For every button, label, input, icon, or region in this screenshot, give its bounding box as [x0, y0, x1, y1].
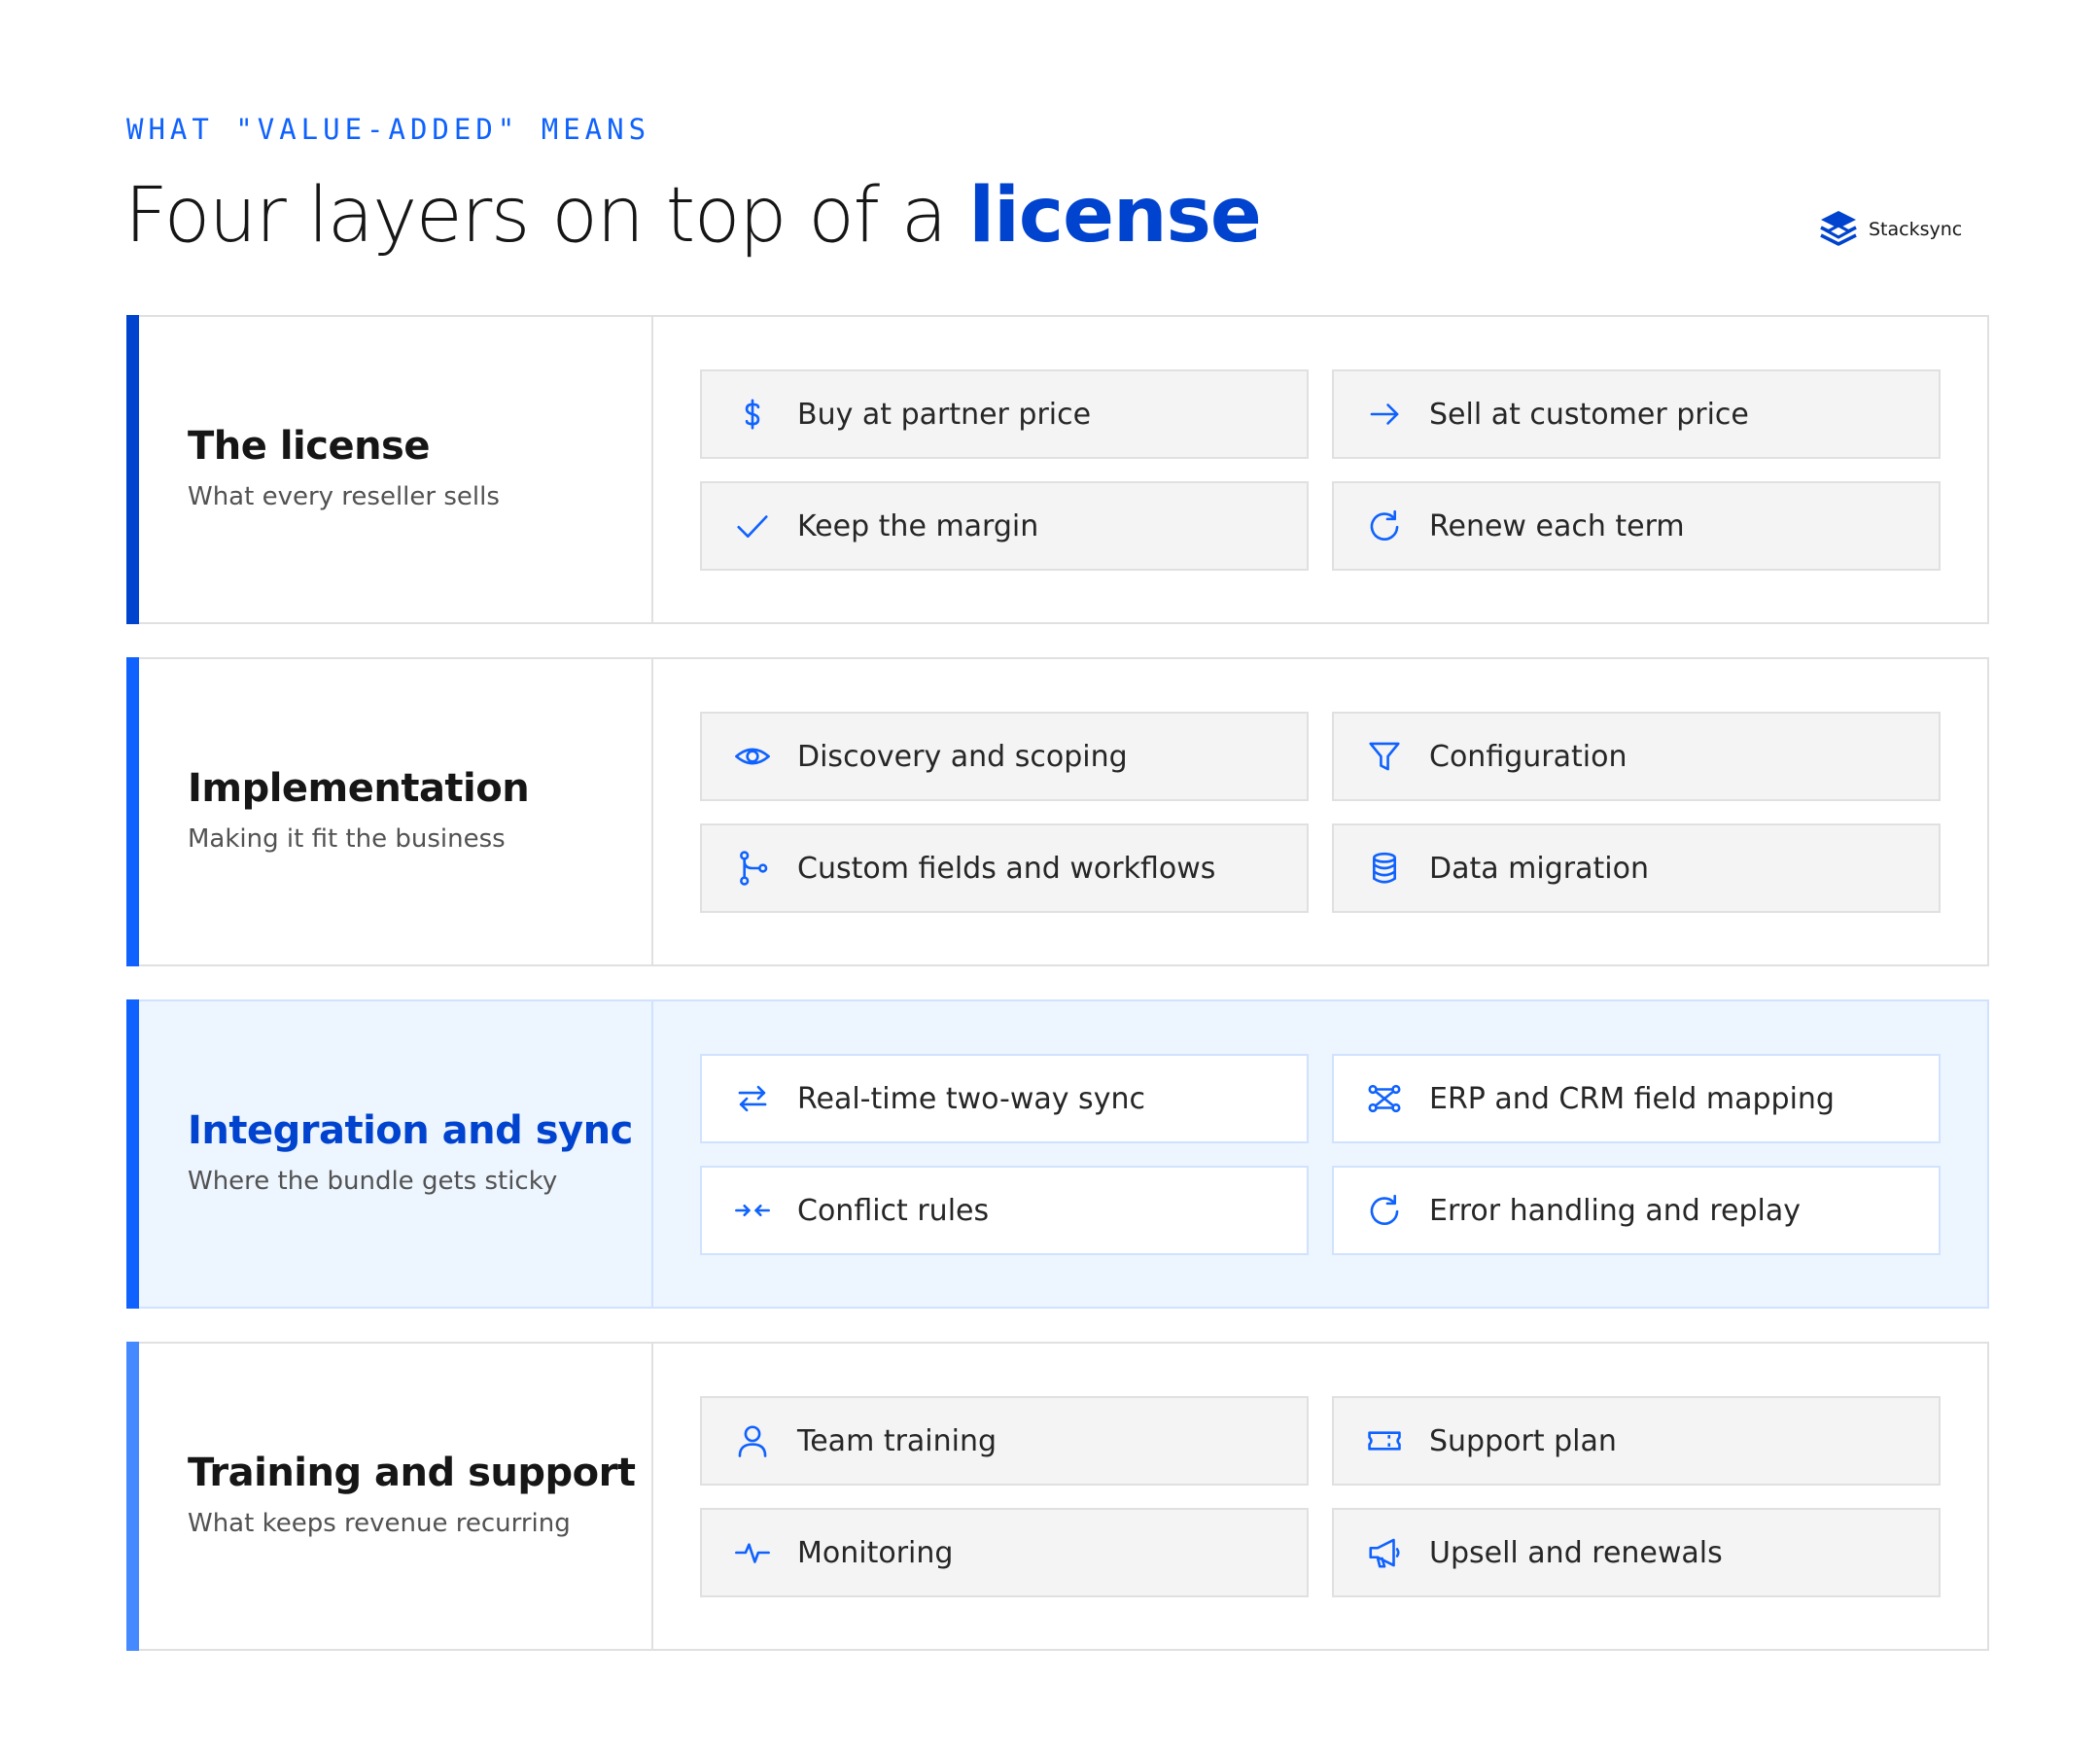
eyebrow-label: WHAT "VALUE-ADDED" MEANS: [126, 113, 651, 146]
user-icon: [733, 1421, 772, 1460]
item-tile: Discovery and scoping: [700, 712, 1309, 801]
item-label: Data migration: [1429, 851, 1649, 886]
stacksync-logo-icon: [1820, 211, 1857, 246]
layer-label-panel: Implementation Making it fit the busines…: [139, 659, 653, 964]
layer-implementation: Implementation Making it fit the busines…: [126, 657, 1989, 966]
item-label: Renew each term: [1429, 508, 1685, 543]
arrows-inward-icon: [733, 1191, 772, 1230]
ticket-icon: [1365, 1421, 1404, 1460]
page-title: Four layers on top of a license: [124, 171, 1262, 261]
layer-accent-bar: [126, 1342, 139, 1651]
activity-icon: [733, 1533, 772, 1572]
item-tile: Sell at customer price: [1332, 369, 1941, 459]
filter-icon: [1365, 737, 1404, 776]
item-tile: Buy at partner price: [700, 369, 1309, 459]
logo-text: Stacksync: [1869, 219, 1963, 240]
checkmark-icon: [733, 507, 772, 545]
item-label: ERP and CRM field mapping: [1429, 1081, 1835, 1116]
layer-title: The license: [188, 424, 431, 469]
arrows-horizontal-icon: [733, 1079, 772, 1118]
item-tile: Monitoring: [700, 1508, 1309, 1597]
eye-icon: [733, 737, 772, 776]
layer-integration-and-sync: Integration and sync Where the bundle ge…: [126, 999, 1989, 1309]
item-label: Custom fields and workflows: [797, 851, 1216, 886]
item-tile: Real-time two-way sync: [700, 1054, 1309, 1143]
renew-icon: [1365, 1191, 1404, 1230]
layer-subtitle: Where the bundle gets sticky: [188, 1167, 558, 1196]
item-label: Buy at partner price: [797, 397, 1092, 432]
renew-icon: [1365, 507, 1404, 545]
item-tile: Custom fields and workflows: [700, 823, 1309, 913]
megaphone-icon: [1365, 1533, 1404, 1572]
dollar-icon: [733, 395, 772, 434]
item-label: Conflict rules: [797, 1193, 990, 1228]
arrow-right-icon: [1365, 395, 1404, 434]
item-label: Configuration: [1429, 739, 1628, 774]
title-prefix: Four layers on top of a: [124, 172, 969, 260]
layer-accent-bar: [126, 657, 139, 966]
title-accent: license: [968, 172, 1261, 260]
stacksync-logo: Stacksync: [1818, 208, 1962, 251]
item-label: Upsell and renewals: [1429, 1535, 1723, 1570]
layer-the-license: The license What every reseller sells Bu…: [126, 315, 1989, 624]
item-tile: Upsell and renewals: [1332, 1508, 1941, 1597]
item-tile: Support plan: [1332, 1396, 1941, 1486]
data-connected-icon: [1365, 1079, 1404, 1118]
item-label: Keep the margin: [797, 508, 1039, 543]
layer-label-panel: Training and support What keeps revenue …: [139, 1344, 653, 1649]
item-tile: Configuration: [1332, 712, 1941, 801]
layer-subtitle: Making it fit the business: [188, 824, 506, 854]
layer-title: Integration and sync: [188, 1108, 633, 1153]
layer-label-panel: Integration and sync Where the bundle ge…: [139, 1001, 653, 1307]
item-tile: Team training: [700, 1396, 1309, 1486]
branch-icon: [733, 849, 772, 888]
item-tile: Conflict rules: [700, 1166, 1309, 1255]
item-label: Real-time two-way sync: [797, 1081, 1145, 1116]
item-tile: Renew each term: [1332, 481, 1941, 571]
item-label: Sell at customer price: [1429, 397, 1749, 432]
item-tile: Keep the margin: [700, 481, 1309, 571]
item-label: Error handling and replay: [1429, 1193, 1802, 1228]
item-tile: ERP and CRM field mapping: [1332, 1054, 1941, 1143]
layer-accent-bar: [126, 315, 139, 624]
item-tile: Data migration: [1332, 823, 1941, 913]
item-label: Team training: [797, 1423, 998, 1458]
item-tile: Error handling and replay: [1332, 1166, 1941, 1255]
item-label: Monitoring: [797, 1535, 954, 1570]
layer-title: Training and support: [188, 1451, 636, 1495]
layer-training-and-support: Training and support What keeps revenue …: [126, 1342, 1989, 1651]
layer-label-panel: The license What every reseller sells: [139, 317, 653, 622]
item-label: Support plan: [1429, 1423, 1617, 1458]
layer-subtitle: What keeps revenue recurring: [188, 1509, 571, 1538]
item-label: Discovery and scoping: [797, 739, 1128, 774]
layer-title: Implementation: [188, 766, 530, 811]
layer-accent-bar: [126, 999, 139, 1309]
database-icon: [1365, 849, 1404, 888]
layer-subtitle: What every reseller sells: [188, 482, 500, 511]
